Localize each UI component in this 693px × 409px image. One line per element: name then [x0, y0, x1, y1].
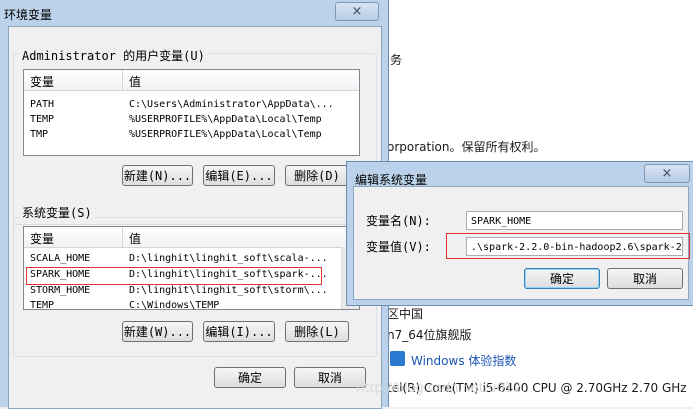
window-body: Administrator 的用户变量(U) 变量 值 PATH C:\User…: [8, 26, 382, 409]
highlight-box: [26, 267, 322, 285]
table-row[interactable]: TEMP C:\Windows\TEMP: [24, 299, 359, 310]
column-header-value[interactable]: 值: [129, 230, 141, 247]
variable-value-label: 变量值(V):: [366, 240, 431, 254]
window-title: 环境变量: [4, 8, 53, 22]
system-variables-title: 系统变量(S): [19, 204, 95, 221]
variable-value: C:\Users\Administrator\AppData\...: [129, 99, 334, 110]
column-separator[interactable]: [122, 70, 123, 90]
close-icon: ×: [661, 166, 673, 181]
user-delete-button[interactable]: 删除(D): [285, 165, 349, 186]
column-header-variable[interactable]: 变量: [30, 230, 54, 247]
user-variables-title: Administrator 的用户变量(U): [19, 47, 208, 64]
table-row[interactable]: TEMP %USERPROFILE%\AppData\Local\Temp: [24, 113, 359, 128]
variable-value: C:\Windows\TEMP: [129, 300, 220, 310]
variable-name: SCALA_HOME: [30, 253, 91, 264]
user-new-button[interactable]: 新建(N)...: [122, 165, 193, 186]
ok-button[interactable]: 确定: [214, 367, 286, 388]
variable-value: D:\linghit\linghit_soft\scala-...: [129, 253, 328, 264]
list-header: 变量 值: [24, 70, 359, 91]
variable-name-field[interactable]: SPARK_HOME: [466, 211, 683, 230]
variable-name: STORM_HOME: [30, 285, 91, 296]
column-header-variable[interactable]: 变量: [30, 73, 54, 90]
edit-system-variable-dialog: 编辑系统变量 × 变量名(N): SPARK_HOME 变量值(V): .\sp…: [346, 161, 693, 306]
user-edit-button[interactable]: 编辑(E)...: [203, 165, 275, 186]
dialog-body: 变量名(N): SPARK_HOME 变量值(V): .\spark-2.2.0…: [353, 186, 690, 300]
bg-copyright-text: orporation。保留所有权利。: [387, 140, 546, 154]
column-header-value[interactable]: 值: [129, 73, 141, 90]
close-icon: ×: [351, 4, 363, 19]
variable-name: PATH: [30, 99, 55, 110]
bg-edition-text: n7_64位旗舰版: [387, 328, 472, 342]
system-new-button[interactable]: 新建(W)...: [122, 321, 193, 342]
column-separator[interactable]: [122, 227, 123, 247]
highlight-box: [446, 233, 690, 259]
windows-experience-index-link[interactable]: Windows 体验指数: [411, 352, 516, 369]
table-row[interactable]: SCALA_HOME D:\linghit\linghit_soft\scala…: [24, 252, 359, 267]
table-row[interactable]: PATH C:\Users\Administrator\AppData\...: [24, 98, 359, 113]
variable-name-label: 变量名(N):: [366, 214, 431, 228]
variable-name: TEMP: [30, 300, 55, 310]
dialog-ok-button[interactable]: 确定: [524, 268, 600, 289]
variable-value: D:\linghit\linghit_soft\storm\...: [129, 285, 328, 296]
environment-variables-window: 环境变量 × Administrator 的用户变量(U) 变量 值 PATH …: [0, 0, 389, 409]
system-edit-button[interactable]: 编辑(I)...: [203, 321, 275, 342]
variable-value: %USERPROFILE%\AppData\Local\Temp: [129, 129, 322, 140]
variable-name: TMP: [30, 129, 49, 140]
list-header: 变量 值: [24, 227, 359, 248]
bg-text-1: 务: [390, 53, 403, 67]
watermark-text: http://blog.csdn.net/u012...: [356, 381, 534, 396]
variable-value: %USERPROFILE%\AppData\Local\Temp: [129, 114, 322, 125]
variable-name: TEMP: [30, 114, 55, 125]
bg-region-text: 区中国: [387, 307, 424, 321]
dialog-close-button[interactable]: ×: [644, 164, 690, 183]
dialog-cancel-button[interactable]: 取消: [607, 268, 683, 289]
user-variables-list[interactable]: 变量 值 PATH C:\Users\Administrator\AppData…: [23, 69, 360, 156]
windows-logo-icon: [390, 351, 405, 366]
table-row[interactable]: TMP %USERPROFILE%\AppData\Local\Temp: [24, 128, 359, 143]
table-row[interactable]: STORM_HOME D:\linghit\linghit_soft\storm…: [24, 284, 359, 299]
system-delete-button[interactable]: 删除(L): [285, 321, 349, 342]
close-button[interactable]: ×: [335, 2, 379, 21]
